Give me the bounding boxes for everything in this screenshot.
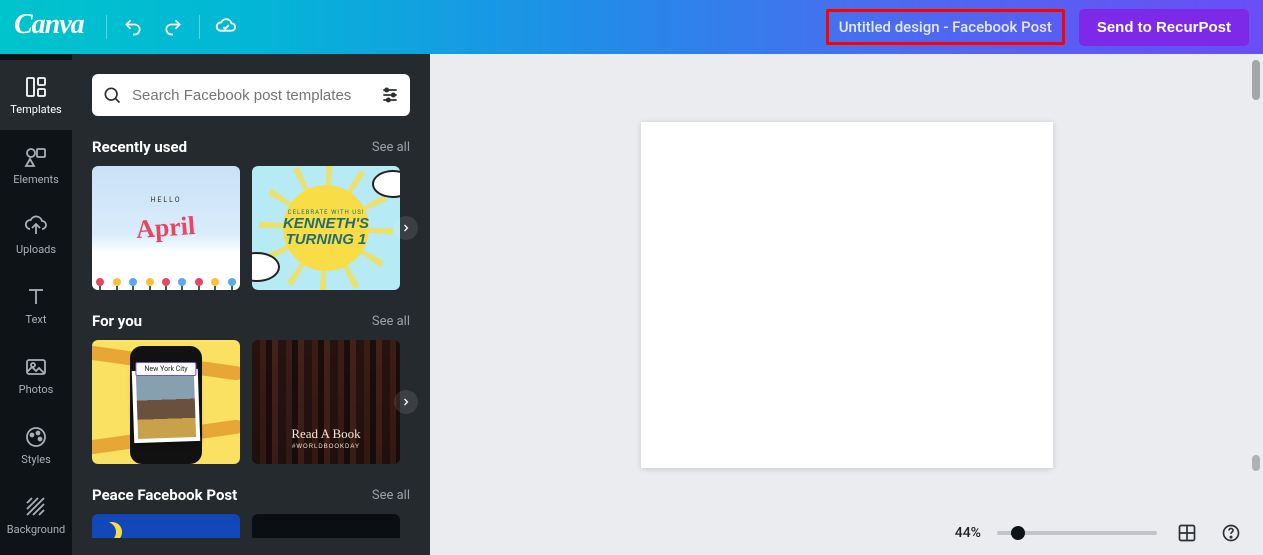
sidebar-item-label: Background	[7, 523, 65, 536]
sidebar-item-label: Text	[26, 313, 47, 326]
styles-icon	[24, 425, 48, 449]
see-all-link[interactable]: See all	[372, 140, 410, 155]
template-tile[interactable]	[92, 514, 240, 538]
left-sidebar: Templates Elements Uploads Text Photos S…	[0, 54, 72, 555]
vertical-scrollbar[interactable]	[1252, 60, 1260, 100]
divider	[106, 15, 107, 39]
help-button[interactable]	[1217, 519, 1245, 547]
template-label: HELLO	[150, 196, 181, 204]
top-bar: Canva Untitled design - Facebook Post Se…	[0, 0, 1263, 54]
sidebar-item-label: Elements	[13, 173, 59, 186]
send-to-recurpost-button[interactable]: Send to RecurPost	[1079, 9, 1249, 46]
zoom-percentage: 44%	[955, 525, 981, 541]
template-label: April	[135, 211, 196, 245]
template-label: TURNING 1	[283, 232, 369, 248]
sidebar-item-label: Photos	[19, 383, 54, 396]
template-tile[interactable]	[252, 514, 400, 538]
sliders-icon[interactable]	[380, 85, 400, 105]
page-grid-button[interactable]	[1173, 519, 1201, 547]
bottom-bar: 44%	[430, 511, 1263, 555]
design-page[interactable]	[641, 122, 1053, 468]
canva-logo[interactable]: Canva	[8, 9, 100, 45]
background-icon	[24, 495, 48, 519]
design-title-input[interactable]: Untitled design - Facebook Post	[826, 9, 1065, 45]
uploads-icon	[24, 215, 48, 239]
elements-icon	[24, 145, 48, 169]
chevron-right-icon	[400, 222, 412, 234]
undo-button[interactable]	[113, 7, 153, 47]
template-tile[interactable]: HELLO April	[92, 166, 240, 290]
vertical-scrollbar[interactable]	[1252, 455, 1260, 471]
sidebar-item-styles[interactable]: Styles	[0, 410, 72, 480]
photos-icon	[24, 355, 48, 379]
sidebar-item-text[interactable]: Text	[0, 270, 72, 340]
template-tile[interactable]: CELEBRATE WITH US! KENNETH'S TURNING 1	[252, 166, 400, 290]
sidebar-item-label: Templates	[10, 103, 61, 116]
sidebar-item-elements[interactable]: Elements	[0, 130, 72, 200]
sidebar-item-background[interactable]: Background	[0, 480, 72, 550]
sidebar-item-label: Uploads	[16, 243, 56, 256]
text-icon	[24, 285, 48, 309]
undo-icon	[123, 17, 143, 37]
grid-icon	[1177, 523, 1197, 543]
redo-button[interactable]	[153, 7, 193, 47]
template-label: Read A Book	[291, 426, 360, 441]
divider	[199, 15, 200, 39]
cloud-sync-button[interactable]	[206, 7, 246, 47]
photo-shape	[132, 369, 200, 443]
section-title: Recently used	[92, 138, 187, 156]
scroll-right-button[interactable]	[394, 390, 418, 414]
zoom-slider[interactable]	[997, 531, 1157, 535]
sidebar-item-uploads[interactable]: Uploads	[0, 200, 72, 270]
section-title: Peace Facebook Post	[92, 486, 237, 504]
see-all-link[interactable]: See all	[372, 314, 410, 329]
template-label: #WORLDBOOKDAY	[291, 444, 360, 450]
sidebar-item-label: Styles	[21, 453, 51, 466]
moon-icon	[102, 522, 122, 538]
see-all-link[interactable]: See all	[372, 488, 410, 503]
templates-icon	[24, 75, 48, 99]
decorative-flowers	[92, 248, 240, 290]
template-label: New York City	[135, 362, 196, 376]
canvas-viewport[interactable]	[430, 54, 1263, 511]
zoom-slider-knob[interactable]	[1011, 526, 1025, 540]
redo-icon	[163, 17, 183, 37]
template-tile[interactable]: Read A Book #WORLDBOOKDAY	[252, 340, 400, 464]
canvas-area: 44%	[430, 54, 1263, 555]
templates-panel: Recently used See all HELLO April CELEBR…	[72, 54, 430, 555]
template-tile[interactable]: New York City	[92, 340, 240, 464]
help-icon	[1221, 523, 1241, 543]
search-icon	[102, 85, 122, 105]
scroll-right-button[interactable]	[394, 216, 418, 240]
search-field-wrap[interactable]	[92, 74, 410, 116]
cloud-check-icon	[215, 16, 237, 38]
template-label: KENNETH'S	[283, 216, 369, 232]
sidebar-item-templates[interactable]: Templates	[0, 60, 72, 130]
search-input[interactable]	[132, 87, 370, 104]
sidebar-item-photos[interactable]: Photos	[0, 340, 72, 410]
section-title: For you	[92, 312, 142, 330]
chevron-right-icon	[400, 396, 412, 408]
